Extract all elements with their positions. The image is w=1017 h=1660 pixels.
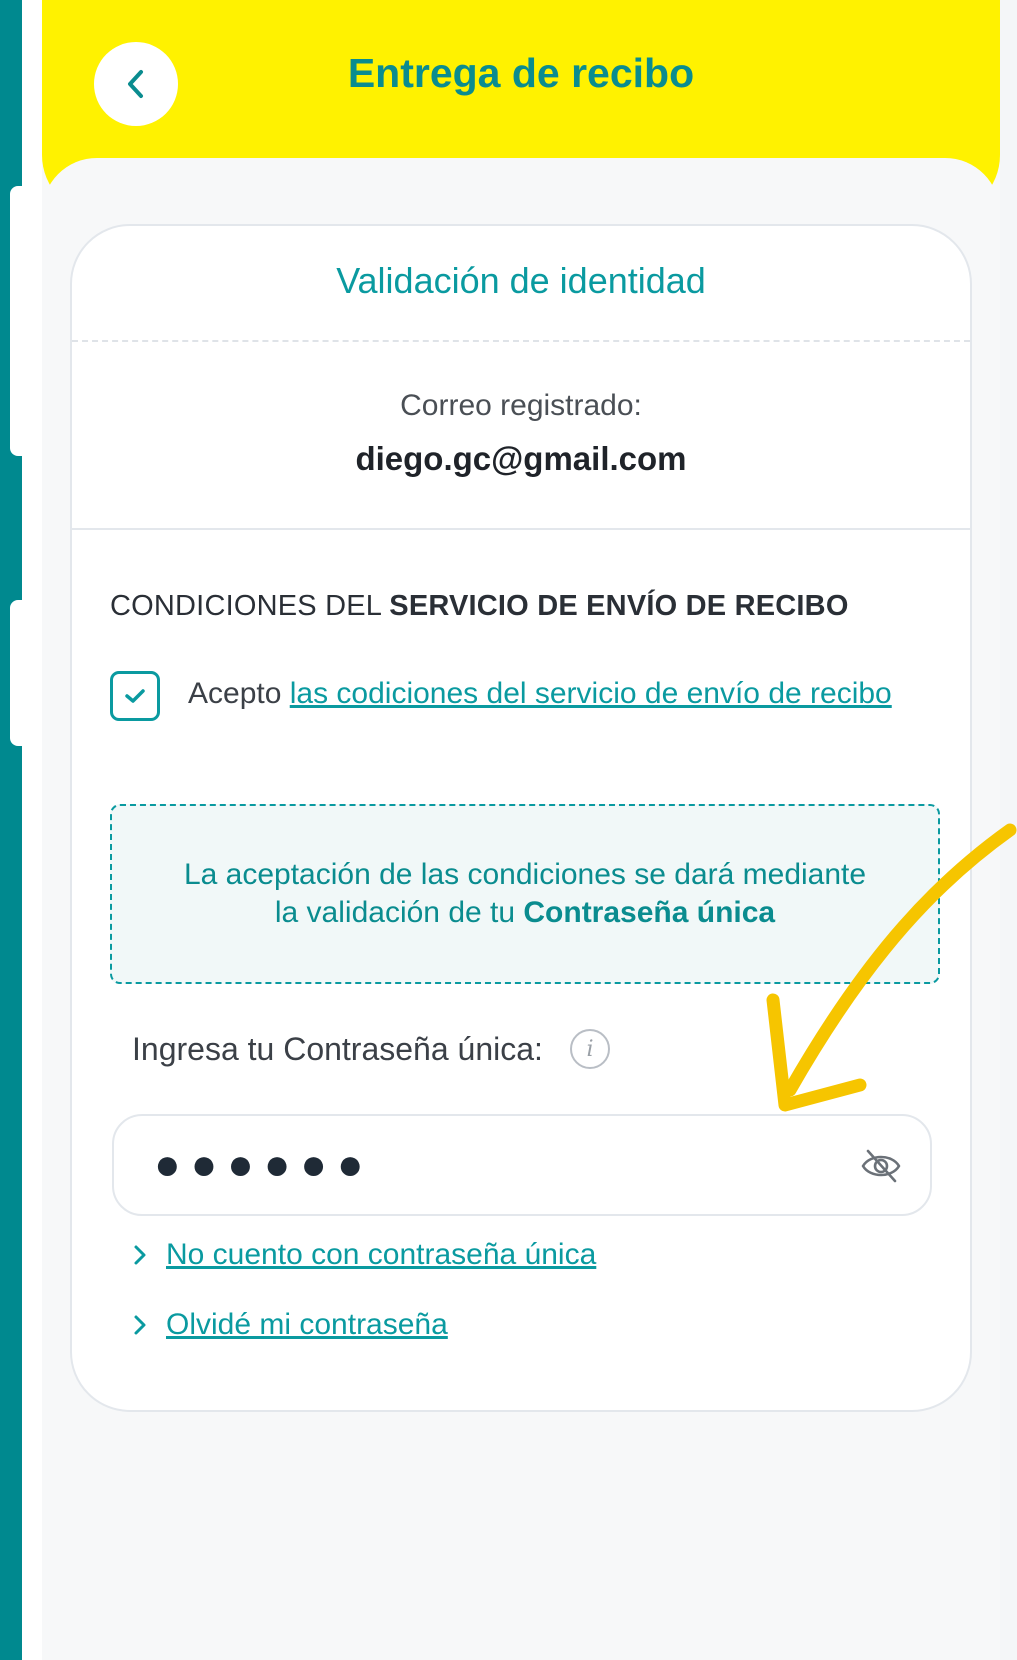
forgot-password-link-label[interactable]: Olvidé mi contraseña	[166, 1308, 448, 1342]
accept-conditions-text: Acepto las codiciones del servicio de en…	[188, 677, 892, 711]
registered-email-value: diego.gc@gmail.com	[355, 440, 687, 477]
no-password-link[interactable]: No cuento con contraseña única	[130, 1238, 596, 1272]
accept-conditions-checkbox[interactable]	[110, 671, 160, 721]
chevron-right-icon	[134, 1315, 146, 1335]
conditions-heading: CONDICIONES DEL SERVICIO DE ENVÍO DE REC…	[110, 590, 849, 623]
background-right-gutter	[999, 0, 1017, 1660]
notice-line-2-bold: Contraseña única	[523, 896, 776, 929]
app-screen: Entrega de recibo Validación de identida…	[42, 0, 1000, 1660]
no-password-link-label[interactable]: No cuento con contraseña única	[166, 1238, 596, 1272]
password-label: Ingresa tu Contraseña única:	[132, 1031, 543, 1067]
notice-line-1: La aceptación de las condiciones se dará…	[183, 858, 867, 891]
divider	[72, 528, 970, 530]
card-title: Validación de identidad	[336, 260, 706, 301]
conditions-heading-bold: SERVICIO DE ENVÍO DE RECIBO	[389, 590, 849, 622]
accept-prefix: Acepto	[188, 677, 290, 710]
password-input[interactable]: ●●●●●●	[112, 1114, 932, 1216]
forgot-password-link[interactable]: Olvidé mi contraseña	[130, 1308, 448, 1342]
info-icon[interactable]: i	[570, 1029, 610, 1069]
identity-validation-card: Validación de identidad Correo registrad…	[70, 224, 972, 1412]
notice-line-2: la validación de tu Contraseña única	[275, 894, 775, 932]
background-side-tab	[10, 600, 24, 746]
page-title: Entrega de recibo	[347, 50, 695, 96]
background-side-tab	[10, 186, 24, 456]
password-notice-box: La aceptación de las condiciones se dará…	[110, 804, 940, 984]
notice-line-2-prefix: la validación de tu	[274, 896, 524, 929]
conditions-heading-prefix: CONDICIONES DEL	[110, 590, 390, 622]
page: Entrega de recibo Validación de identida…	[0, 0, 1017, 1660]
registered-email-label: Correo registrado:	[400, 389, 642, 422]
divider	[72, 340, 970, 342]
password-mask: ●●●●●●	[154, 1140, 374, 1189]
chevron-right-icon	[134, 1245, 146, 1265]
check-icon	[125, 689, 145, 703]
conditions-link[interactable]: las codiciones del servicio de envío de …	[290, 677, 892, 710]
eye-off-icon[interactable]	[860, 1148, 902, 1184]
